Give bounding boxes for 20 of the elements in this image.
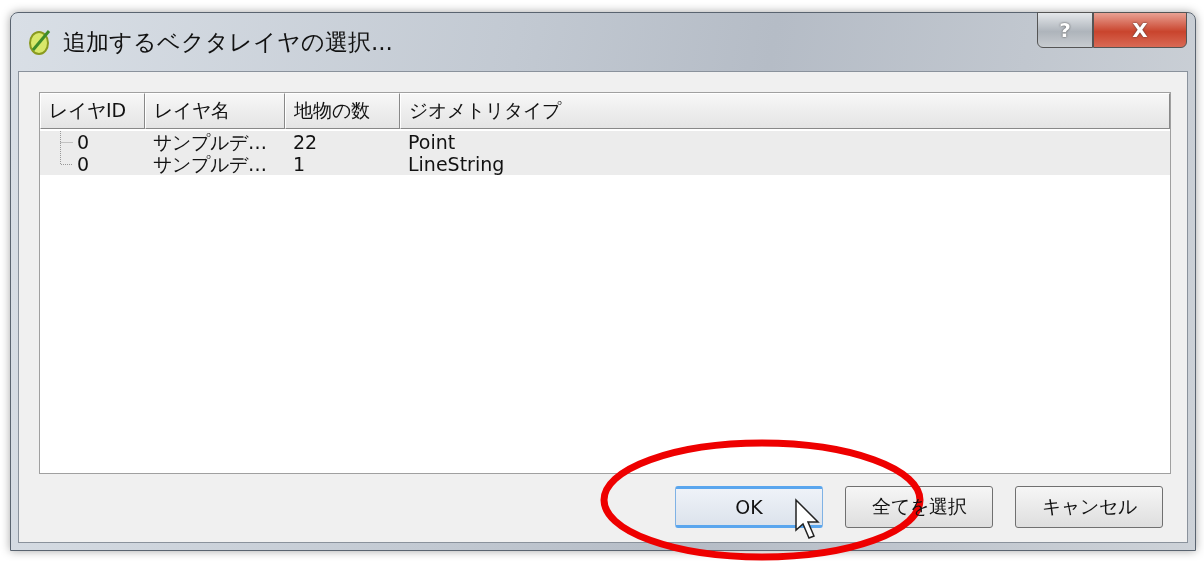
window-title: 追加するベクタレイヤの選択... — [63, 27, 393, 57]
table-cell-text: 22 — [292, 131, 319, 153]
leaf-logo-icon — [27, 28, 53, 56]
column-header[interactable]: レイヤID — [40, 93, 145, 129]
table-cell-text: 1 — [292, 153, 307, 175]
table-row[interactable]: 0 サンプルデ… 22 Point — [40, 131, 1170, 153]
close-button[interactable]: X — [1093, 12, 1187, 48]
table-cell-text: サンプルデ… — [152, 153, 268, 175]
column-header[interactable]: ジオメトリタイプ — [400, 93, 1170, 129]
column-header[interactable]: 地物の数 — [285, 93, 400, 129]
column-header[interactable]: レイヤ名 — [145, 93, 285, 129]
table-cell: 0 — [77, 154, 90, 174]
table-row[interactable]: 0 サンプルデ… 1 LineString — [40, 153, 1170, 175]
table-cell: 0 — [77, 132, 90, 152]
mouse-cursor-icon — [795, 498, 820, 539]
table-cell-text: LineString — [407, 153, 506, 175]
table-cell-text: サンプルデ… — [152, 131, 268, 153]
table-cell-text: Point — [407, 131, 457, 153]
dialog-button[interactable]: OK — [675, 486, 823, 528]
dialog-button[interactable]: キャンセル — [1015, 486, 1163, 528]
